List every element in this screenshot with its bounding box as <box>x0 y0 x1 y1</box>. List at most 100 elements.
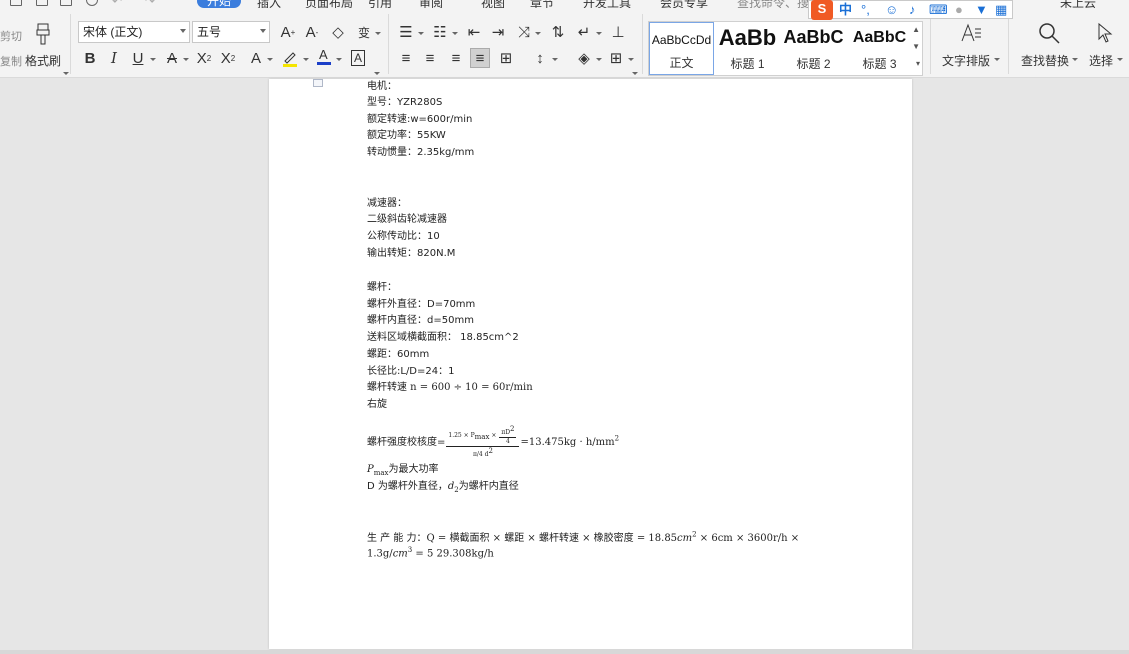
user-icon[interactable]: ● <box>955 1 963 19</box>
font-expand-icon[interactable] <box>374 72 380 75</box>
ime-punct-toggle[interactable]: °, <box>861 1 870 19</box>
chinese-layout-dropdown-icon[interactable] <box>535 32 541 35</box>
doc-line: 额定功率：55KW <box>367 130 446 141</box>
justify-icon[interactable]: ≡ <box>470 48 490 68</box>
copy-label[interactable]: 复制 <box>0 53 22 69</box>
line-text: D 为螺杆外直径， <box>367 481 448 492</box>
document-page[interactable]: 电机： 型号：YZR280S 额定转速:w=600r/min 额定功率：55KW… <box>269 79 912 649</box>
tab-stop-icon[interactable]: ⊥ <box>608 22 628 42</box>
doc-line: 螺杆外直径：D=70mm <box>367 299 476 310</box>
style-heading-2[interactable]: AaBbC 标题 2 <box>781 22 846 75</box>
phonetic-dropdown-icon[interactable] <box>375 32 381 35</box>
line-text: 1.3g/ <box>367 548 393 560</box>
text-effect-icon[interactable]: A <box>246 48 266 68</box>
sogou-logo-icon[interactable]: S <box>811 0 833 20</box>
subscript-icon[interactable]: X2 <box>218 48 238 68</box>
style-heading-3[interactable]: AaBbC 标题 3 <box>847 22 912 75</box>
format-painter-icon[interactable] <box>32 22 54 46</box>
numbered-list-icon[interactable]: ☷ <box>430 22 450 42</box>
find-replace-dropdown-icon[interactable] <box>1072 58 1078 61</box>
font-color-dropdown-icon[interactable] <box>336 58 342 61</box>
text-layout-label[interactable]: 文字排版 <box>942 52 990 69</box>
shading-dropdown-icon[interactable] <box>596 58 602 61</box>
font-size-select[interactable]: 五号 <box>192 21 270 43</box>
font-color-icon[interactable]: A <box>314 46 334 66</box>
line-text: 为最大功率 <box>388 464 439 475</box>
format-painter-label[interactable]: 格式刷 <box>25 52 61 69</box>
font-family-select[interactable]: 宋体 (正文) <box>78 21 190 43</box>
align-right-icon[interactable]: ≡ <box>446 48 466 68</box>
print-preview-icon[interactable] <box>86 0 98 6</box>
ime-lang-toggle[interactable]: 中 <box>839 1 852 19</box>
phonetic-guide-icon[interactable]: 变 <box>354 22 374 42</box>
line-spacing-icon[interactable]: ↕ <box>530 48 550 68</box>
line-spacing-dropdown-icon[interactable] <box>552 58 558 61</box>
chinese-layout-icon[interactable]: ⤨ <box>514 22 534 42</box>
cut-label[interactable]: 剪切 <box>0 28 22 44</box>
select-label[interactable]: 选择 <box>1089 52 1113 69</box>
clear-format-icon[interactable]: ◇ <box>328 22 348 42</box>
text-effect-dropdown-icon[interactable] <box>267 58 273 61</box>
char-border-icon[interactable]: A <box>348 48 368 68</box>
select-dropdown-icon[interactable] <box>1117 58 1123 61</box>
align-center-icon[interactable]: ≡ <box>420 48 440 68</box>
increase-indent-icon[interactable]: ⇥ <box>488 22 508 42</box>
fraction-sup: 2 <box>488 447 493 455</box>
grow-font-icon[interactable]: A + <box>278 22 298 42</box>
underline-dropdown-icon[interactable] <box>150 58 156 61</box>
keyboard-icon[interactable]: ⌨ <box>929 1 948 19</box>
skin-icon[interactable]: ▼ <box>975 1 988 19</box>
text-layout-dropdown-icon[interactable] <box>994 58 1000 61</box>
clipboard-expand-icon[interactable] <box>63 72 69 75</box>
gallery-down-icon[interactable]: ▼ <box>912 42 920 51</box>
decrease-indent-icon[interactable]: ⇤ <box>464 22 484 42</box>
show-hide-dropdown-icon[interactable] <box>596 32 602 35</box>
bold-icon[interactable]: B <box>80 48 100 68</box>
paragraph-handle-icon[interactable] <box>313 79 323 87</box>
bullet-dropdown-icon[interactable] <box>418 32 424 35</box>
style-normal[interactable]: AaBbCcDd 正文 <box>649 22 714 75</box>
distributed-icon[interactable]: ⊞ <box>496 48 516 68</box>
shading-icon[interactable]: ◈ <box>574 48 594 68</box>
math-unit: cm <box>677 533 693 544</box>
highlight-icon[interactable] <box>280 48 300 68</box>
paragraph-expand-icon[interactable] <box>632 72 638 75</box>
gallery-up-icon[interactable]: ▲ <box>912 25 920 34</box>
export-pdf-icon[interactable] <box>36 0 48 6</box>
shrink-font-icon[interactable]: A- <box>302 22 322 42</box>
toolbox-icon[interactable]: ▦ <box>995 1 1007 19</box>
borders-dropdown-icon[interactable] <box>628 58 634 61</box>
text-layout-icon[interactable] <box>958 20 984 46</box>
find-replace-label[interactable]: 查找替换 <box>1021 52 1069 69</box>
doc-line: 转动惯量：2.35kg/mm <box>367 147 475 158</box>
tab-home[interactable]: 开始 <box>197 0 242 8</box>
print-icon[interactable] <box>60 0 72 6</box>
italic-icon[interactable]: I <box>104 48 124 68</box>
voice-icon[interactable]: ♪ <box>909 1 916 19</box>
undo-icon[interactable]: ↶ <box>112 0 122 8</box>
doc-line: 输出转矩：820N.M <box>367 248 456 259</box>
gallery-more-icon[interactable]: ▾ <box>916 59 920 68</box>
formula-result: =13.475kg · h/mm <box>520 437 615 448</box>
show-hide-icon[interactable]: ↵ <box>574 22 594 42</box>
find-replace-icon[interactable] <box>1036 20 1062 46</box>
underline-icon[interactable]: U <box>128 48 148 68</box>
redo-icon[interactable]: ↷ <box>145 0 155 8</box>
group-divider <box>642 14 643 74</box>
emoji-icon[interactable]: ☺ <box>885 1 898 19</box>
select-cursor-icon[interactable] <box>1094 20 1116 46</box>
align-left-icon[interactable]: ≡ <box>396 48 416 68</box>
save-icon[interactable] <box>10 0 22 6</box>
superscript-icon[interactable]: X2 <box>194 48 214 68</box>
fraction-sup: 2 <box>510 425 515 433</box>
strikethrough-icon[interactable]: A <box>162 48 182 68</box>
sort-icon[interactable]: ⇅ <box>548 22 568 42</box>
bullet-list-icon[interactable]: ☰ <box>396 22 416 42</box>
style-heading-1[interactable]: AaBb 标题 1 <box>715 22 780 75</box>
style-preview: AaBb <box>718 25 777 50</box>
strike-dropdown-icon[interactable] <box>183 58 189 61</box>
borders-icon[interactable]: ⊞ <box>606 48 626 68</box>
highlight-dropdown-icon[interactable] <box>303 58 309 61</box>
numbered-dropdown-icon[interactable] <box>452 32 458 35</box>
line-text: × 6cm × 3600r/h × <box>696 533 800 544</box>
